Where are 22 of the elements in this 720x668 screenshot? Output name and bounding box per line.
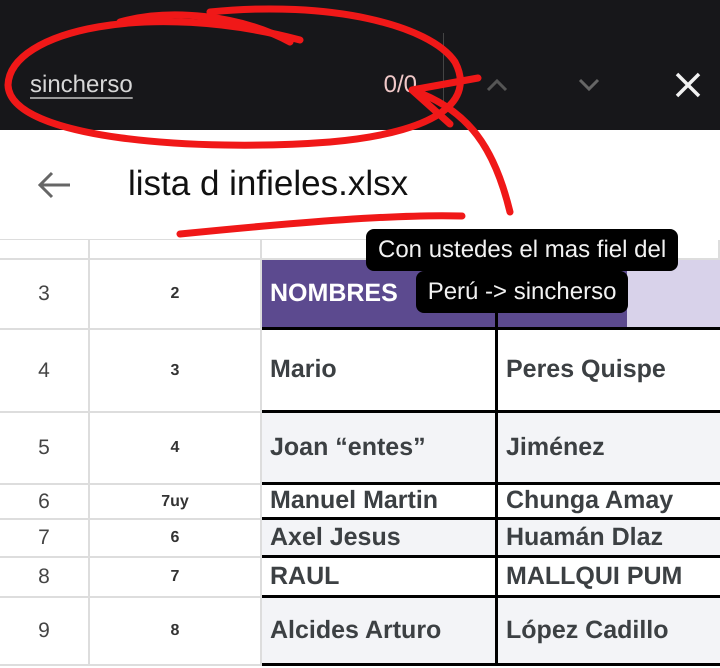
table-cell: Alcides Arturo <box>262 598 498 666</box>
close-icon[interactable] <box>674 71 702 99</box>
row-number: 9 <box>0 598 90 666</box>
row-number: 4 <box>0 330 90 413</box>
row-number: 3 <box>0 260 90 330</box>
row-number: 7 <box>0 520 90 558</box>
table-cell: 7 <box>90 558 262 598</box>
row-number: 8 <box>0 558 90 598</box>
table-cell: López Cadillo <box>498 598 720 666</box>
table-cell: Jiménez <box>498 413 720 485</box>
search-query[interactable]: sincherso <box>30 67 384 103</box>
table-cell: 3 <box>90 330 262 413</box>
table-cell: 7uy <box>90 485 262 520</box>
next-match-icon[interactable] <box>578 78 600 92</box>
row-number: 6 <box>0 485 90 520</box>
table-cell: Axel Jesus <box>262 520 498 558</box>
previous-match-icon[interactable] <box>486 78 508 92</box>
table-cell: Huamán Dlaz <box>498 520 720 558</box>
row-number: 5 <box>0 413 90 485</box>
file-title: lista d infieles.xlsx <box>128 163 408 206</box>
back-arrow-icon[interactable] <box>36 170 72 200</box>
table-cell: Joan “entes” <box>262 413 498 485</box>
